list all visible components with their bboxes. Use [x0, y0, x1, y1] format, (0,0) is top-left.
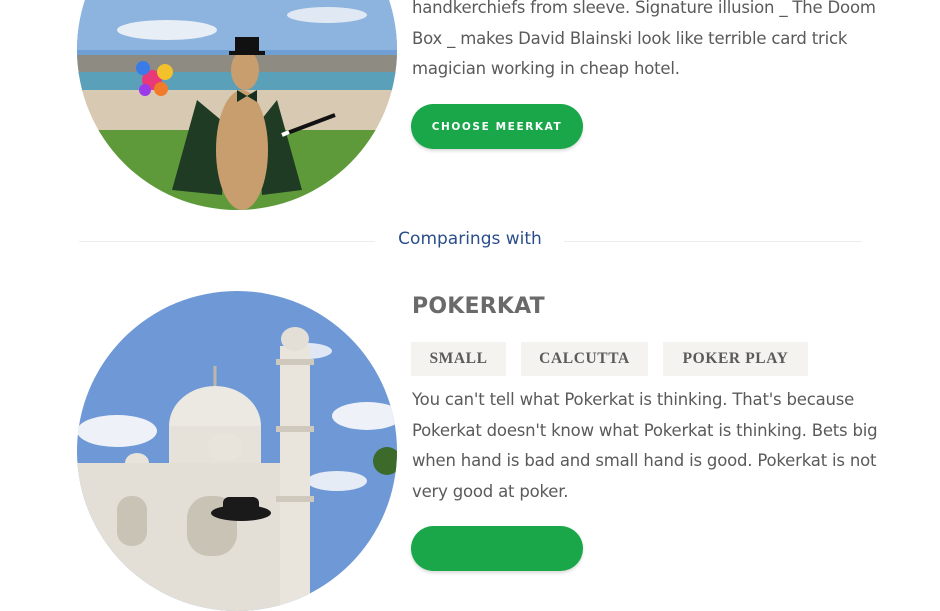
divider-line-left [79, 241, 375, 242]
description-line: when hand is bad and small hand is good.… [412, 451, 877, 471]
pokerkat-name: POKERKAT [412, 294, 545, 319]
description-line: You can't tell what Pokerkat is thinking… [412, 390, 855, 409]
choose-pokerkat-button[interactable] [411, 526, 583, 571]
description-line: Pokerkat doesn't know what Pokerkat is t… [412, 420, 878, 440]
description-line: Box _ makes David Blainski look like ter… [412, 28, 848, 48]
divider-line-right [564, 241, 862, 242]
meerkat-photo [77, 0, 397, 210]
meerkat-description: handkerchiefs from sleeve. Signature ill… [412, 0, 876, 85]
pokerkat-photo [77, 291, 397, 611]
tag-hobby: POKER PLAY [663, 342, 808, 376]
choose-meerkat-button[interactable]: CHOOSE MEERKAT [411, 104, 583, 149]
tag-location: CALCUTTA [521, 342, 648, 376]
description-line: magician working in cheap hotel. [412, 59, 680, 79]
comparing-heading: Comparings with [398, 229, 542, 249]
tag-size: SMALL [411, 342, 506, 376]
pokerkat-description: You can't tell what Pokerkat is thinking… [412, 385, 878, 508]
description-line: very good at poker. [412, 482, 569, 502]
description-line: handkerchiefs from sleeve. Signature ill… [412, 0, 876, 17]
